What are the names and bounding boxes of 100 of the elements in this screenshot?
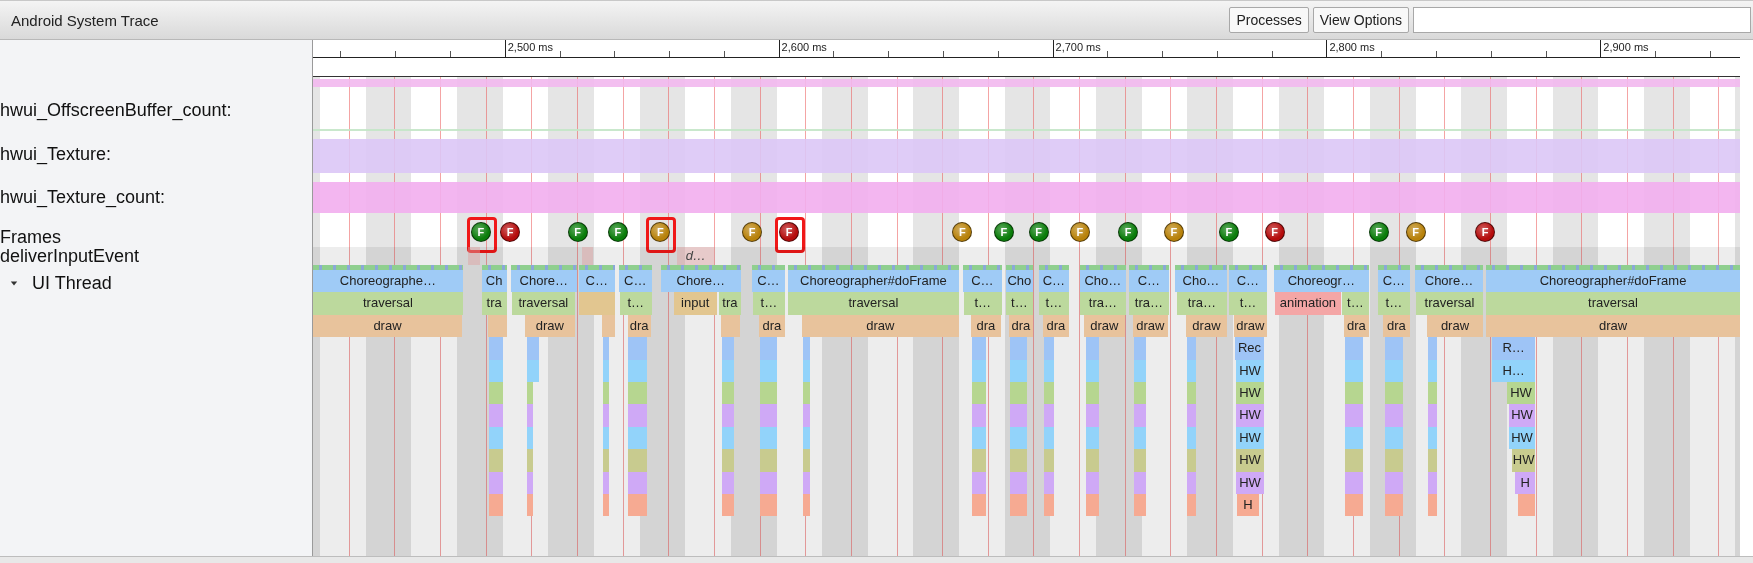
trace-slice[interactable]	[627, 471, 647, 494]
toolbar-button[interactable]: View Options	[1312, 7, 1409, 33]
trace-slice[interactable]: traversal	[511, 292, 575, 315]
trace-slice[interactable]	[1385, 449, 1404, 472]
trace-slice[interactable]	[1385, 471, 1404, 494]
trace-slice[interactable]: H	[1515, 471, 1536, 494]
trace-slice[interactable]	[602, 382, 609, 405]
trace-slice[interactable]: draw	[1132, 314, 1168, 338]
trace-slice[interactable]	[1085, 359, 1099, 382]
trace-slice[interactable]	[1428, 471, 1438, 494]
trace-slice[interactable]	[1345, 426, 1363, 450]
trace-slice[interactable]: dra	[1382, 314, 1410, 338]
trace-slice[interactable]: tra	[718, 292, 741, 315]
trace-slice[interactable]	[488, 404, 503, 427]
trace-slice[interactable]	[1385, 382, 1404, 405]
trace-slice[interactable]: Ch	[481, 270, 507, 293]
trace-slice[interactable]	[1345, 449, 1363, 472]
trace-slice[interactable]	[802, 471, 810, 494]
trace-slice[interactable]: t…	[1342, 292, 1369, 315]
trace-slice[interactable]	[526, 426, 533, 450]
trace-slice[interactable]	[1043, 359, 1054, 382]
frame-marker[interactable]: F	[1028, 222, 1049, 242]
trace-slice[interactable]	[1009, 337, 1027, 360]
trace-slice[interactable]	[802, 359, 810, 382]
trace-slice[interactable]	[1345, 404, 1363, 427]
trace-slice[interactable]	[971, 404, 986, 427]
trace-slice[interactable]	[1009, 404, 1027, 427]
trace-slice[interactable]: t…	[963, 292, 1002, 315]
trace-slice[interactable]	[526, 359, 539, 382]
trace-slice[interactable]	[759, 404, 777, 427]
trace-slice[interactable]	[971, 359, 986, 382]
trace-slice[interactable]	[487, 314, 507, 338]
trace-slice[interactable]	[721, 382, 734, 405]
trace-slice[interactable]	[802, 426, 810, 450]
trace-slice[interactable]: t…	[619, 292, 652, 315]
trace-slice[interactable]	[1187, 337, 1197, 360]
trace-slice[interactable]	[602, 426, 609, 450]
search-field[interactable]	[1413, 7, 1751, 33]
trace-slice[interactable]	[602, 359, 609, 382]
trace-slice[interactable]	[1385, 404, 1404, 427]
trace-slice[interactable]: R…	[1492, 337, 1536, 360]
trace-slice[interactable]	[721, 337, 734, 360]
trace-slice[interactable]: HW	[1508, 426, 1536, 450]
trace-slice[interactable]: t…	[1228, 292, 1267, 315]
trace-slice[interactable]	[1043, 494, 1054, 517]
trace-slice[interactable]: Choreographer#doFrame	[787, 270, 959, 293]
trace-slice[interactable]: Chore…	[510, 270, 577, 293]
trace-slice[interactable]	[1428, 359, 1438, 382]
trace-slice[interactable]: C…	[751, 270, 785, 293]
trace-slice[interactable]: t…	[1038, 292, 1069, 315]
trace-slice[interactable]: input	[673, 292, 717, 315]
trace-slice[interactable]	[1043, 426, 1054, 450]
frame-marker[interactable]: F	[1218, 222, 1239, 242]
trace-slice[interactable]: Choreographer#doFrame	[1486, 270, 1740, 293]
trace-slice[interactable]	[721, 471, 734, 494]
trace-slice[interactable]	[1428, 404, 1438, 427]
trace-slice[interactable]: dra	[1008, 314, 1033, 338]
trace-slice[interactable]	[1085, 494, 1099, 517]
trace-slice[interactable]	[526, 449, 533, 472]
trace-slice[interactable]	[1133, 337, 1146, 360]
trace-slice[interactable]: Chore…	[660, 270, 741, 293]
trace-slice[interactable]	[1133, 449, 1146, 472]
trace-slice[interactable]	[802, 404, 810, 427]
trace-slice[interactable]	[1085, 337, 1099, 360]
trace-slice[interactable]	[526, 471, 533, 494]
trace-slice[interactable]	[602, 404, 609, 427]
trace-slice[interactable]: HW	[1236, 471, 1264, 494]
trace-slice[interactable]	[578, 292, 615, 315]
trace-slice[interactable]	[1009, 426, 1027, 450]
trace-slice[interactable]	[1187, 359, 1197, 382]
trace-slice[interactable]	[1009, 382, 1027, 405]
trace-slice[interactable]	[488, 382, 503, 405]
trace-slice[interactable]	[1385, 426, 1404, 450]
trace-slice[interactable]	[627, 404, 647, 427]
trace-slice[interactable]: Choreogr…	[1273, 270, 1369, 293]
trace-slice[interactable]: dra	[627, 314, 651, 338]
trace-slice[interactable]	[601, 314, 615, 338]
trace-slice[interactable]	[721, 494, 734, 517]
trace-slice[interactable]	[802, 337, 810, 360]
trace-slice[interactable]	[627, 449, 647, 472]
trace-slice[interactable]	[721, 404, 734, 427]
trace-slice[interactable]: traversal	[787, 292, 959, 315]
trace-slice[interactable]	[1345, 359, 1363, 382]
trace-slice[interactable]: C…	[1377, 270, 1410, 293]
trace-slice[interactable]	[1133, 494, 1146, 517]
trace-slice[interactable]: draw	[1233, 314, 1267, 338]
trace-slice[interactable]	[1428, 494, 1438, 517]
trace-slice[interactable]	[1428, 337, 1438, 360]
trace-slice[interactable]	[720, 314, 740, 338]
trace-slice[interactable]	[627, 382, 647, 405]
trace-slice[interactable]: Rec	[1234, 337, 1264, 360]
collapse-triangle-icon[interactable]	[10, 279, 18, 287]
trace-slice[interactable]	[971, 494, 986, 517]
trace-slice[interactable]: tra…	[1128, 292, 1169, 315]
trace-slice[interactable]: HW	[1236, 449, 1264, 472]
trace-slice[interactable]: dra	[1343, 314, 1369, 338]
trace-slice[interactable]	[759, 426, 777, 450]
trace-slice[interactable]	[1187, 471, 1197, 494]
trace-slice[interactable]: H	[1236, 494, 1259, 517]
trace-slice[interactable]	[1428, 449, 1438, 472]
